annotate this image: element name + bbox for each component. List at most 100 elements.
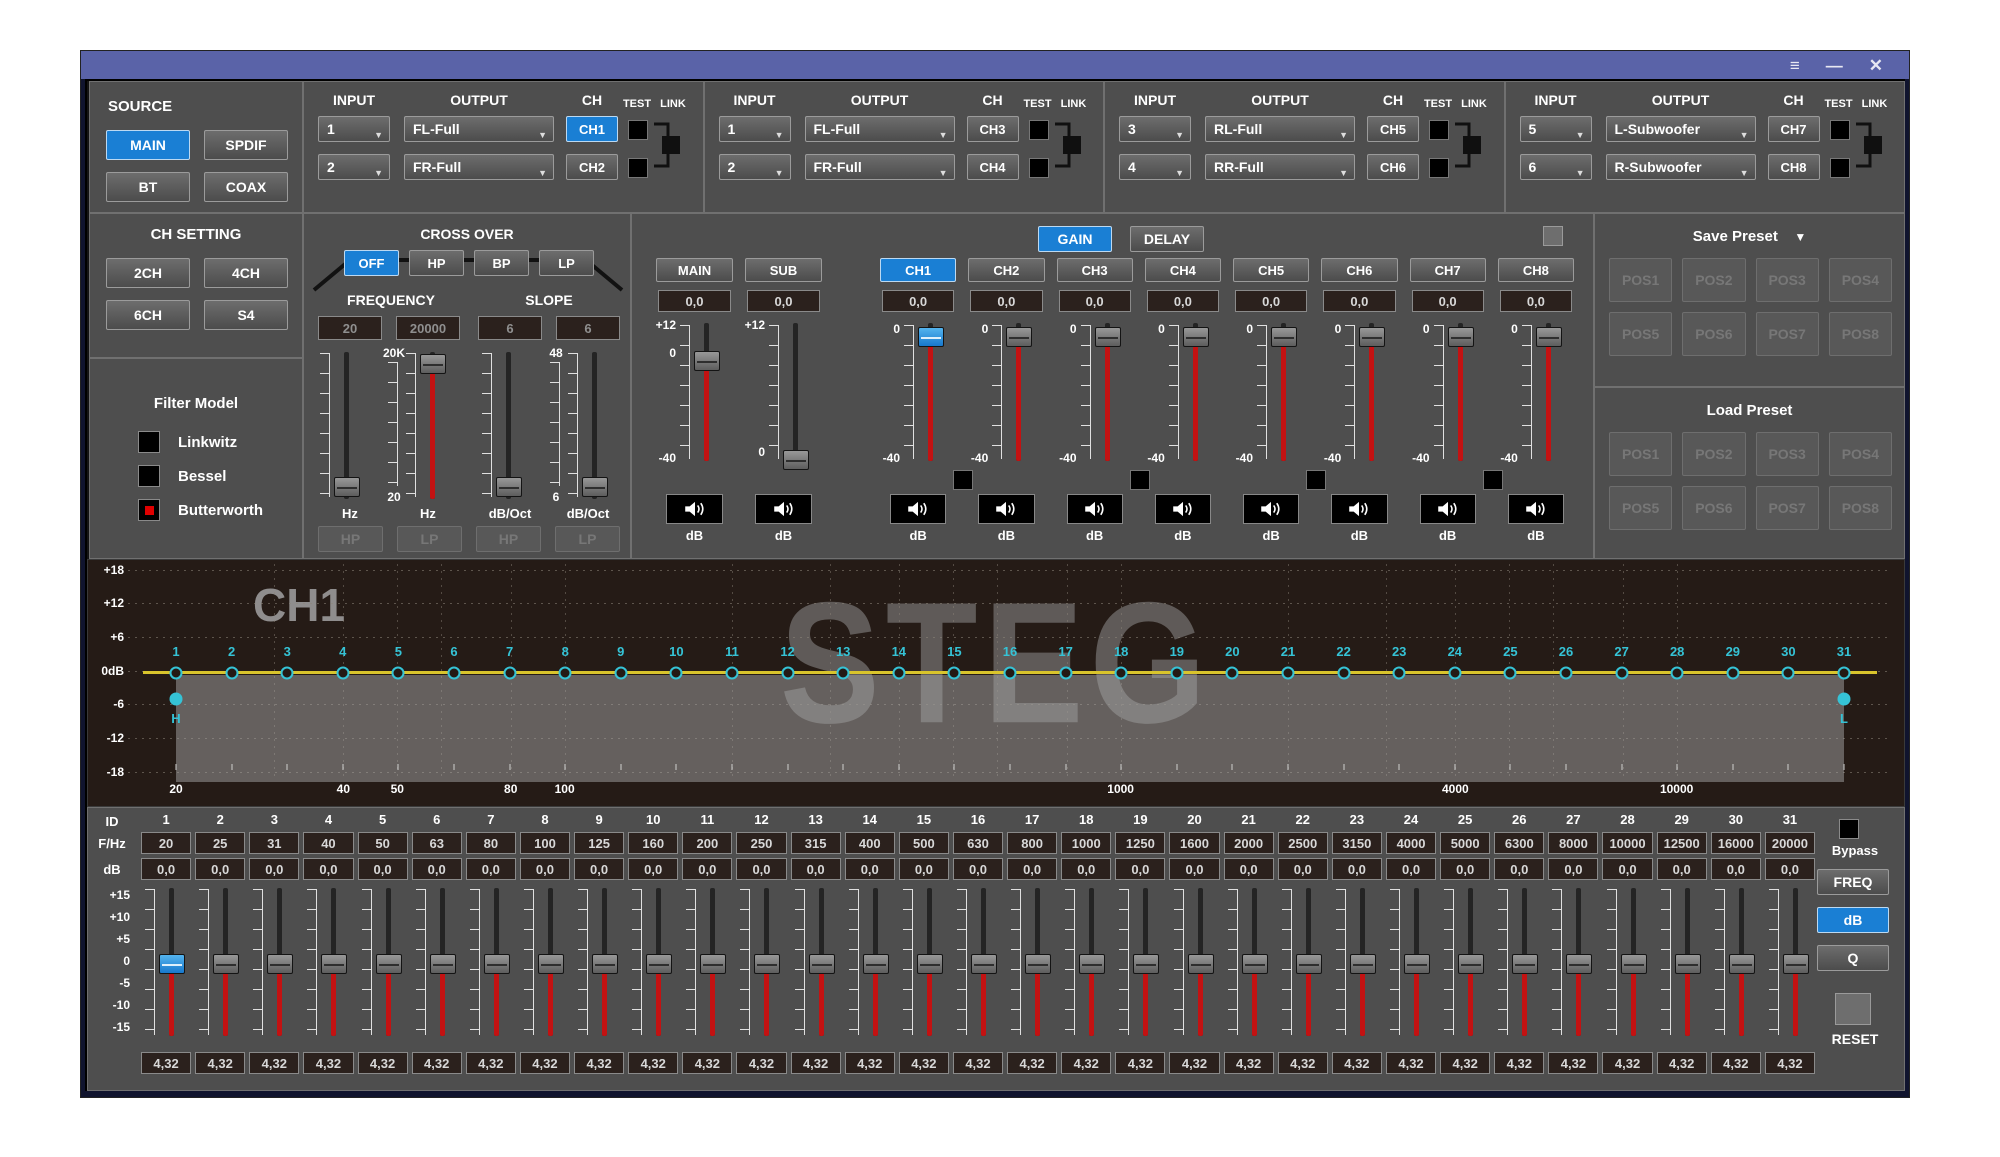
gain-channel-button-ch3[interactable]: CH3: [1057, 258, 1133, 282]
close-icon[interactable]: ✕: [1869, 57, 1883, 74]
eq-band-fader-14-handle[interactable]: [863, 954, 889, 974]
eq-band-q[interactable]: 4,32: [791, 1052, 841, 1074]
save-preset-arrow-icon[interactable]: ▼: [1794, 230, 1806, 244]
eq-band-fader-29-handle[interactable]: [1675, 954, 1701, 974]
eq-band-q[interactable]: 4,32: [845, 1052, 895, 1074]
eq-band-q[interactable]: 4,32: [953, 1052, 1003, 1074]
eq-band-fader-20-handle[interactable]: [1188, 954, 1214, 974]
gain-channel-button-ch8[interactable]: CH8: [1498, 258, 1574, 282]
eq-band-db[interactable]: 0,0: [520, 858, 570, 880]
eq-band-q[interactable]: 4,32: [303, 1052, 353, 1074]
mute-button-ch3[interactable]: [1067, 494, 1123, 524]
band-marker[interactable]: [614, 667, 627, 680]
gain-fader-ch2-handle[interactable]: [1006, 327, 1032, 347]
eq-band-fader-3-handle[interactable]: [267, 954, 293, 974]
eq-band-q[interactable]: 4,32: [141, 1052, 191, 1074]
eq-band-fader-23-handle[interactable]: [1350, 954, 1376, 974]
load-preset-pos3[interactable]: POS3: [1756, 432, 1819, 476]
eq-band-q[interactable]: 4,32: [1548, 1052, 1598, 1074]
eq-band-frequency[interactable]: 1000: [1061, 832, 1111, 854]
save-preset-pos5[interactable]: POS5: [1609, 312, 1672, 356]
eq-band-frequency[interactable]: 20: [141, 832, 191, 854]
eq-band-q[interactable]: 4,32: [1386, 1052, 1436, 1074]
ch-setting-button-2ch[interactable]: 2CH: [106, 258, 190, 288]
mute-button-ch8[interactable]: [1508, 494, 1564, 524]
input-select-ch2[interactable]: 2▼: [318, 154, 390, 180]
crossover-mode-off[interactable]: OFF: [344, 250, 399, 276]
delay-tab[interactable]: DELAY: [1130, 226, 1204, 252]
source-button-main[interactable]: MAIN: [106, 130, 190, 160]
eq-band-db[interactable]: 0,0: [412, 858, 462, 880]
band-marker[interactable]: [1059, 667, 1072, 680]
eq-band-db[interactable]: 0,0: [1386, 858, 1436, 880]
eq-band-q[interactable]: 4,32: [1602, 1052, 1652, 1074]
output-select-ch7[interactable]: L-Subwoofer▼: [1606, 116, 1756, 142]
eq-band-frequency[interactable]: 315: [791, 832, 841, 854]
eq-band-frequency[interactable]: 100: [520, 832, 570, 854]
load-preset-pos2[interactable]: POS2: [1682, 432, 1745, 476]
band-marker[interactable]: [1504, 667, 1517, 680]
eq-band-fader-16-handle[interactable]: [971, 954, 997, 974]
gain-channel-button-ch1[interactable]: CH1: [880, 258, 956, 282]
eq-band-q[interactable]: 4,32: [1657, 1052, 1707, 1074]
eq-band-db[interactable]: 0,0: [1169, 858, 1219, 880]
gain-channel-button-ch5[interactable]: CH5: [1233, 258, 1309, 282]
eq-band-db[interactable]: 0,0: [1115, 858, 1165, 880]
filter-checkbox-butterworth[interactable]: [138, 499, 160, 521]
filter-checkbox-bessel[interactable]: [138, 465, 160, 487]
eq-band-frequency[interactable]: 125: [574, 832, 624, 854]
load-preset-pos1[interactable]: POS1: [1609, 432, 1672, 476]
band-marker[interactable]: [170, 667, 183, 680]
eq-band-q[interactable]: 4,32: [1765, 1052, 1815, 1074]
gain-channel-button-ch6[interactable]: CH6: [1321, 258, 1397, 282]
eq-band-fader-17-handle[interactable]: [1025, 954, 1051, 974]
eq-band-db[interactable]: 0,0: [1494, 858, 1544, 880]
menu-icon[interactable]: ≡: [1790, 57, 1800, 74]
eq-band-frequency[interactable]: 160: [628, 832, 678, 854]
eq-band-q[interactable]: 4,32: [520, 1052, 570, 1074]
band-marker[interactable]: [1170, 667, 1183, 680]
mute-button-ch7[interactable]: [1420, 494, 1476, 524]
eq-band-fader-28-handle[interactable]: [1621, 954, 1647, 974]
eq-band-q[interactable]: 4,32: [195, 1052, 245, 1074]
gain-fader-sub-track[interactable]: [793, 323, 798, 460]
eq-band-db[interactable]: 0,0: [1711, 858, 1761, 880]
band-marker[interactable]: [670, 667, 683, 680]
eq-band-frequency[interactable]: 12500: [1657, 832, 1707, 854]
save-preset-pos2[interactable]: POS2: [1682, 258, 1745, 302]
band-marker[interactable]: [781, 667, 794, 680]
crossover-mode-bp[interactable]: BP: [474, 250, 529, 276]
eq-band-q[interactable]: 4,32: [412, 1052, 462, 1074]
band-marker[interactable]: [837, 667, 850, 680]
gain-fader-ch3-handle[interactable]: [1095, 327, 1121, 347]
output-select-ch3[interactable]: FL-Full▼: [805, 116, 955, 142]
load-preset-pos4[interactable]: POS4: [1829, 432, 1892, 476]
gain-pair-link-checkbox-4[interactable]: [1483, 470, 1503, 490]
gain-fader-ch4-handle[interactable]: [1183, 327, 1209, 347]
eq-band-frequency[interactable]: 1250: [1115, 832, 1165, 854]
eq-band-q[interactable]: 4,32: [1440, 1052, 1490, 1074]
gain-value-ch1[interactable]: 0,0: [882, 290, 954, 312]
gain-value-ch3[interactable]: 0,0: [1059, 290, 1131, 312]
eq-band-q[interactable]: 4,32: [249, 1052, 299, 1074]
eq-band-db[interactable]: 0,0: [358, 858, 408, 880]
band-marker[interactable]: [1448, 667, 1461, 680]
eq-band-fader-22-handle[interactable]: [1296, 954, 1322, 974]
band-marker[interactable]: [1393, 667, 1406, 680]
test-checkbox-ch4[interactable]: [1029, 158, 1049, 178]
eq-band-db[interactable]: 0,0: [303, 858, 353, 880]
lp-slope-value[interactable]: 6: [556, 316, 620, 340]
ch-select-button-ch1[interactable]: CH1: [566, 116, 618, 142]
eq-band-frequency[interactable]: 20000: [1765, 832, 1815, 854]
eq-band-fader-13-handle[interactable]: [809, 954, 835, 974]
band-marker[interactable]: [1782, 667, 1795, 680]
eq-band-db[interactable]: 0,0: [1278, 858, 1328, 880]
eq-band-frequency[interactable]: 63: [412, 832, 462, 854]
eq-band-fader-8-handle[interactable]: [538, 954, 564, 974]
hp-crossover-marker[interactable]: [170, 693, 183, 706]
eq-band-frequency[interactable]: 250: [736, 832, 786, 854]
gain-fader-sub-handle[interactable]: [783, 450, 809, 470]
bypass-checkbox[interactable]: [1839, 819, 1859, 839]
input-select-ch4[interactable]: 2▼: [719, 154, 791, 180]
eq-band-fader-21-handle[interactable]: [1242, 954, 1268, 974]
